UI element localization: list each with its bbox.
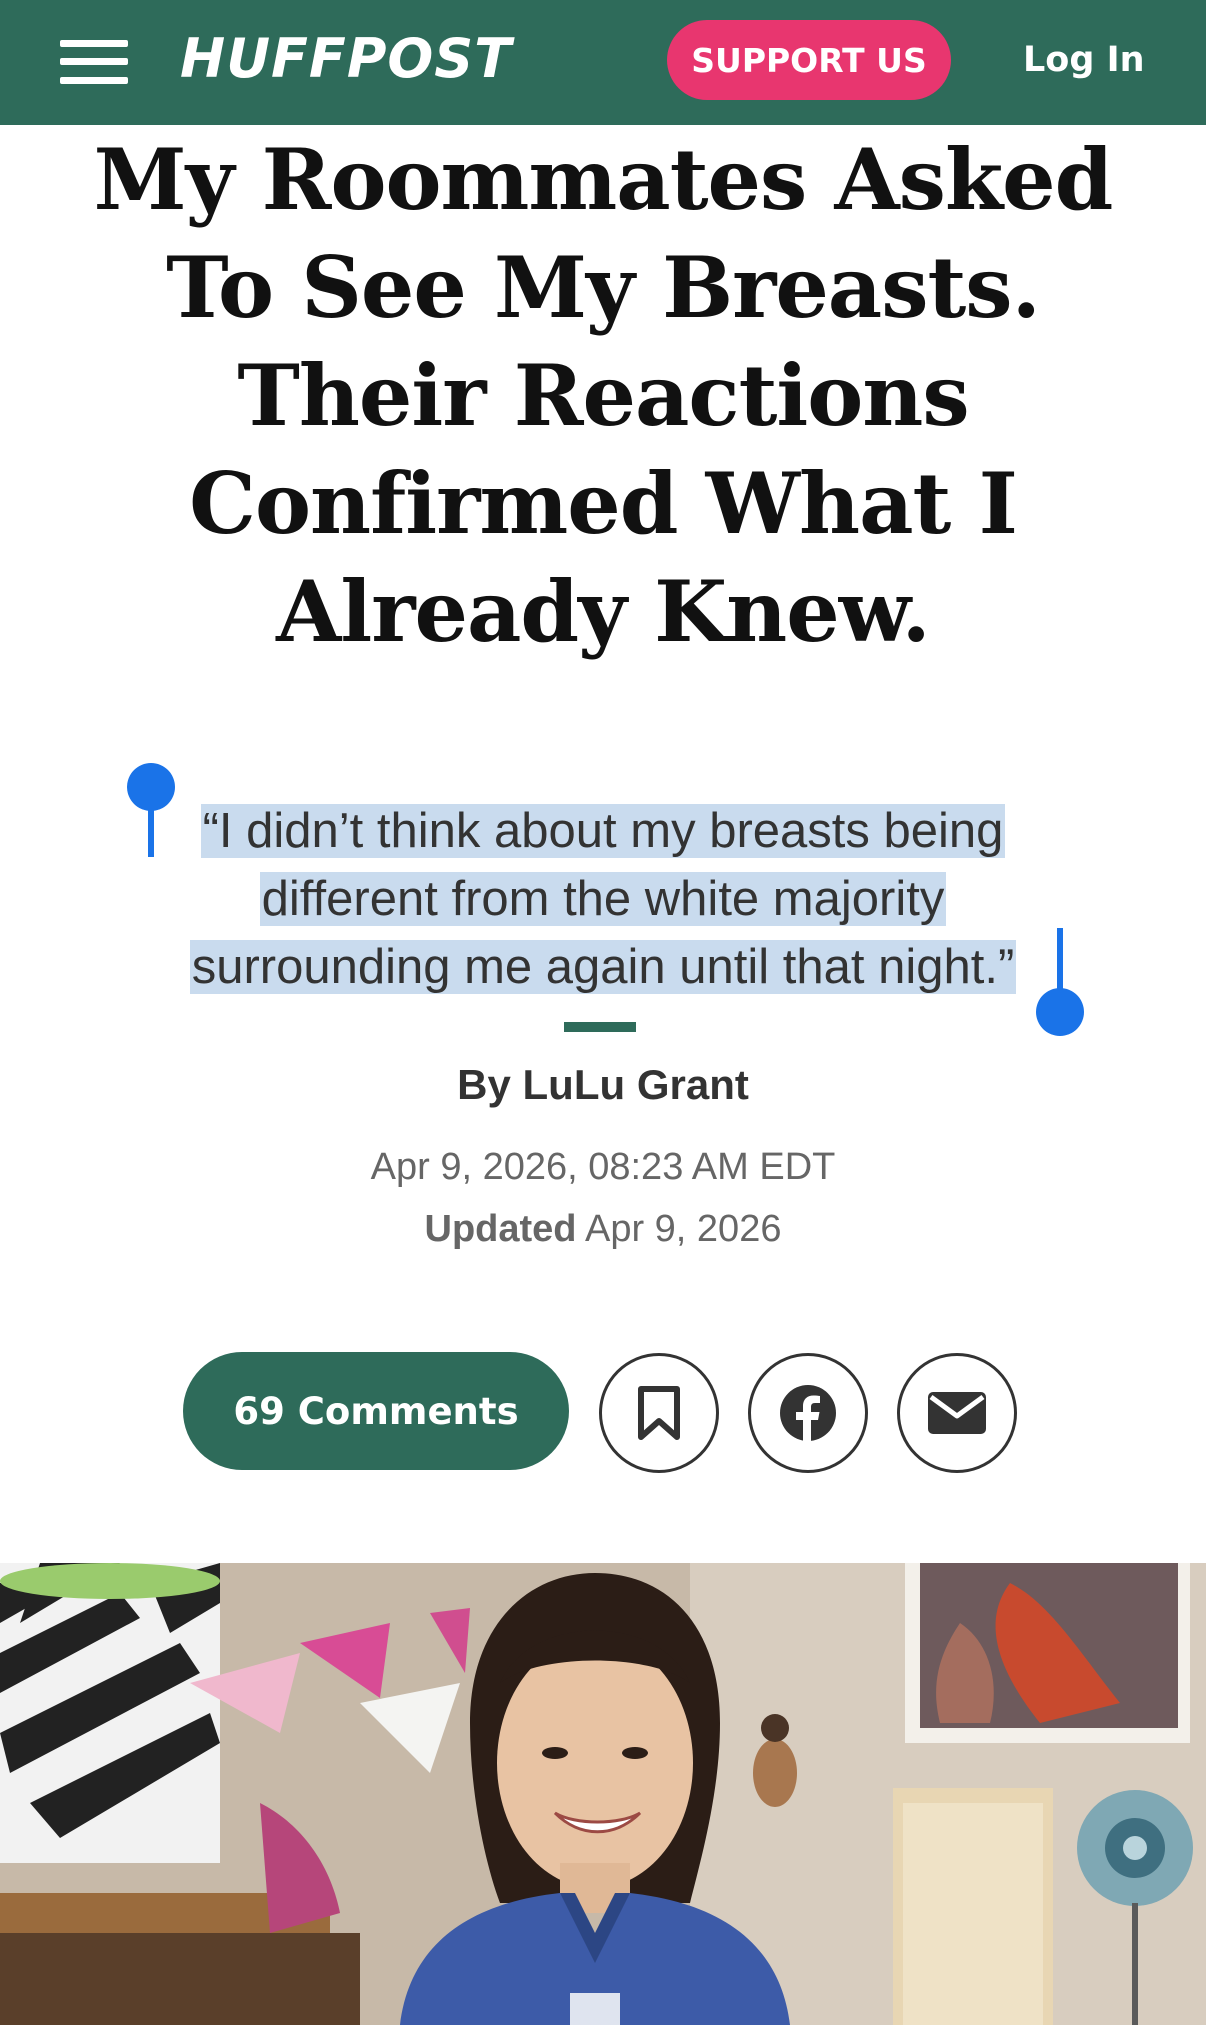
selection-end-handle[interactable] (1036, 988, 1084, 1036)
updated-date-line: Updated Apr 9, 2026 (0, 1202, 1206, 1256)
hamburger-menu-icon[interactable] (60, 40, 128, 84)
email-share-button[interactable] (897, 1353, 1017, 1473)
updated-date: Apr 9, 2026 (584, 1208, 782, 1250)
selection-start-caret (148, 793, 154, 857)
selection-end-caret (1057, 928, 1063, 992)
byline-prefix: By (457, 1061, 511, 1108)
bookmark-icon (638, 1386, 680, 1440)
byline: By LuLu Grant (0, 1055, 1206, 1115)
publish-date: Apr 9, 2026, 08:23 AM EDT (370, 1146, 836, 1188)
author-link[interactable]: LuLu Grant (523, 1061, 749, 1108)
updated-label: Updated (424, 1208, 577, 1250)
email-icon (928, 1392, 986, 1434)
lead-photo-illustration (0, 1563, 1206, 2025)
huffpost-logo[interactable]: HUFFPOST (180, 27, 512, 91)
bookmark-button[interactable] (599, 1353, 719, 1473)
selected-text[interactable]: “I didn’t think about my breasts being d… (189, 804, 1017, 994)
facebook-share-button[interactable] (748, 1353, 868, 1473)
article-lead-photo (0, 1563, 1206, 2025)
login-link[interactable]: Log In (1023, 30, 1145, 90)
article-headline: My Roommates Asked To See My Breasts. Th… (93, 130, 1114, 661)
support-us-button[interactable]: SUPPORT US (667, 20, 951, 100)
comments-button[interactable]: 69 Comments (183, 1352, 569, 1470)
site-header: HUFFPOST SUPPORT US Log In (0, 0, 1206, 125)
facebook-icon (780, 1385, 836, 1442)
article-dek[interactable]: “I didn’t think about my breasts being d… (125, 797, 1081, 1001)
byline-divider (564, 1022, 636, 1032)
